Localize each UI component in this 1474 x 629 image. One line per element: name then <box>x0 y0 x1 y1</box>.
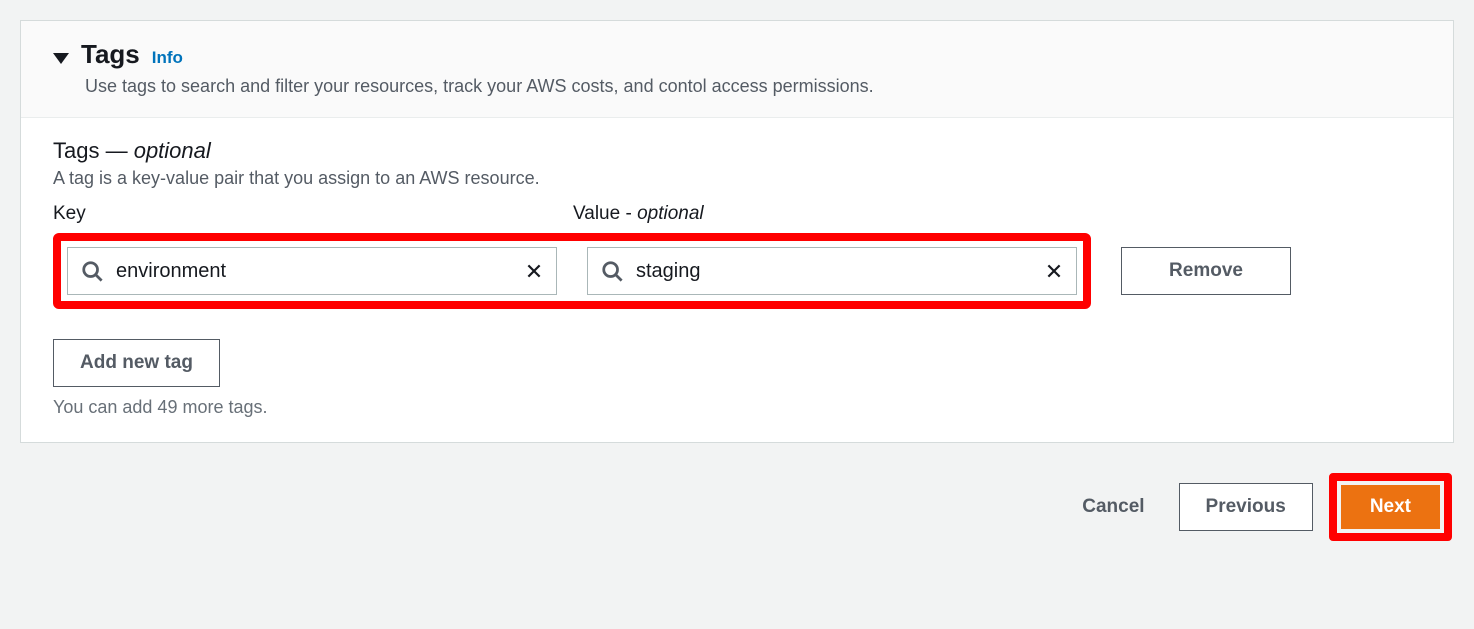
clear-key-button[interactable] <box>521 258 547 284</box>
section-label-optional: optional <box>134 138 211 163</box>
tag-row: Remove <box>53 233 1421 309</box>
value-column-prefix: Value - <box>573 203 637 224</box>
next-button-highlight: Next <box>1329 473 1452 541</box>
collapse-caret-icon[interactable] <box>53 53 69 64</box>
section-label-prefix: Tags — <box>53 138 134 163</box>
panel-description: Use tags to search and filter your resou… <box>85 76 1421 97</box>
clear-value-button[interactable] <box>1041 258 1067 284</box>
close-icon <box>1045 262 1063 280</box>
panel-header: Tags Info Use tags to search and filter … <box>21 21 1453 118</box>
cancel-button[interactable]: Cancel <box>1064 486 1162 528</box>
tag-inputs-highlight <box>53 233 1091 309</box>
key-input-wrap <box>67 247 557 295</box>
section-label: Tags — optional <box>53 138 1421 164</box>
tag-value-input[interactable] <box>587 247 1077 295</box>
remove-tag-button[interactable]: Remove <box>1121 247 1291 295</box>
key-column-label: Key <box>53 203 543 225</box>
previous-button[interactable]: Previous <box>1179 483 1313 531</box>
tags-remaining-hint: You can add 49 more tags. <box>53 397 1421 418</box>
next-button[interactable]: Next <box>1341 485 1440 529</box>
close-icon <box>525 262 543 280</box>
tags-panel: Tags Info Use tags to search and filter … <box>20 20 1454 443</box>
tag-columns-header: Key Value - optional <box>53 203 1421 225</box>
panel-body: Tags — optional A tag is a key-value pai… <box>21 118 1453 442</box>
info-link[interactable]: Info <box>152 48 183 68</box>
add-new-tag-button[interactable]: Add new tag <box>53 339 220 387</box>
title-row: Tags Info <box>53 39 1421 70</box>
panel-title: Tags <box>81 39 140 70</box>
section-sublabel: A tag is a key-value pair that you assig… <box>53 168 1421 189</box>
value-column-optional: optional <box>637 203 704 224</box>
wizard-footer: Cancel Previous Next <box>20 473 1454 541</box>
value-input-wrap <box>587 247 1077 295</box>
tag-key-input[interactable] <box>67 247 557 295</box>
add-tag-row: Add new tag You can add 49 more tags. <box>53 339 1421 418</box>
value-column-label: Value - optional <box>573 203 1063 225</box>
